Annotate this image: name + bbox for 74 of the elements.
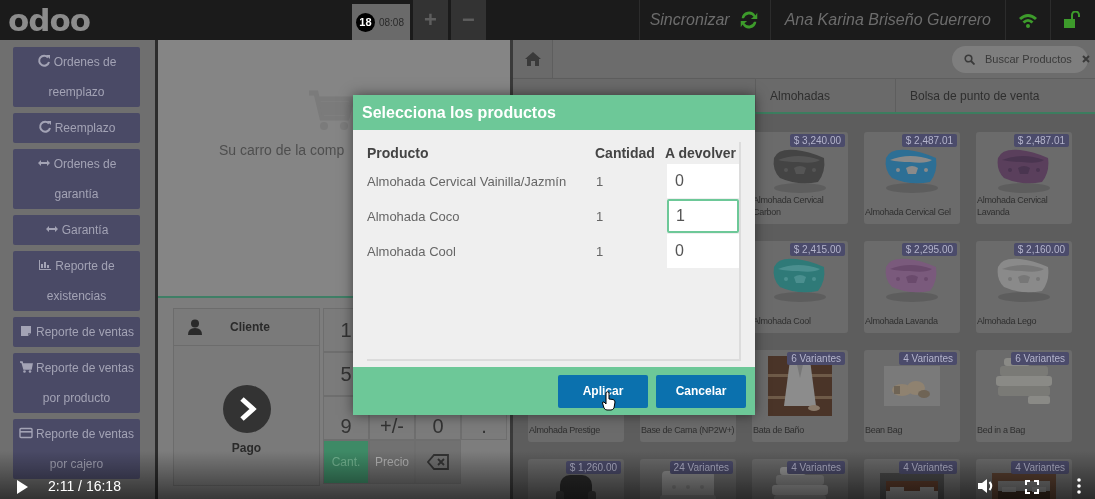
cancel-button[interactable]: Cancelar — [656, 374, 746, 408]
add-order-button[interactable]: + — [413, 0, 448, 40]
remove-order-button[interactable]: − — [451, 0, 486, 40]
price-tag: $ 1,260.00 — [565, 461, 621, 474]
bar-chart-icon — [38, 258, 53, 272]
price-tag: 4 Variantes — [787, 461, 845, 474]
price-tag: 4 Variantes — [899, 461, 957, 474]
category-tab[interactable]: Bolsa de punto de venta — [895, 79, 1095, 112]
quantity-value: 1 — [595, 174, 605, 189]
cart-icon — [307, 90, 355, 132]
price-tag: $ 2,415.00 — [789, 243, 845, 256]
price-tag: $ 3,240.00 — [789, 134, 845, 147]
sidebar-button[interactable]: Reporte de ventas — [13, 317, 140, 347]
sidebar-button[interactable]: Reporte de ventas por producto — [13, 353, 140, 413]
price-tag: 6 Variantes — [787, 352, 845, 365]
cart-icon — [18, 360, 33, 374]
return-quantity-field[interactable]: 1 — [667, 199, 739, 233]
clear-search-icon[interactable] — [1081, 55, 1090, 63]
play-icon[interactable] — [16, 480, 28, 494]
sidebar-button[interactable]: Reemplazo — [13, 113, 140, 143]
search-icon — [964, 53, 975, 65]
return-quantity-field[interactable]: 0 — [667, 164, 739, 198]
sidebar-button[interactable]: Ordenes de garantía — [13, 149, 140, 209]
more-options-icon[interactable] — [1077, 478, 1081, 494]
backspace-icon — [427, 454, 449, 470]
numpad-mode-button[interactable]: Precio — [369, 440, 415, 484]
home-icon — [523, 51, 542, 67]
quantity-value: 1 — [595, 209, 605, 224]
chevron-right-icon — [222, 385, 271, 433]
sidebar-button[interactable]: Ordenes de reemplazo — [13, 47, 140, 107]
price-tag: $ 2,295.00 — [901, 243, 957, 256]
video-time: 2:11 / 16:18 — [48, 478, 121, 494]
product-name: Almohada Cool — [367, 244, 457, 259]
column-header: Producto — [367, 145, 430, 161]
backspace-button[interactable] — [415, 440, 461, 484]
price-tag: $ 2,487.01 — [1013, 134, 1069, 147]
order-tab[interactable]: 18 08:08 — [352, 4, 410, 40]
product-card[interactable]: 4 Variantes — [752, 459, 848, 499]
logo: odoo — [7, 1, 92, 40]
customer-button[interactable]: Cliente — [173, 308, 320, 346]
sidebar-button[interactable]: Garantía — [13, 215, 140, 245]
refresh-icon — [36, 54, 51, 68]
quantity-value: 1 — [595, 244, 605, 259]
column-header: A devolver — [665, 145, 738, 161]
product-card[interactable]: 24 Variantes — [640, 459, 736, 499]
volume-icon[interactable] — [977, 478, 995, 494]
price-tag: $ 2,160.00 — [1013, 243, 1069, 256]
product-name: Almohada Cervical Vainilla/Jazmín — [367, 174, 568, 189]
product-card[interactable]: 4 Variantes — [976, 459, 1072, 499]
apply-button[interactable]: Aplicar — [558, 374, 648, 408]
price-tag: $ 2,487.01 — [901, 134, 957, 147]
user-name[interactable]: Ana Karina Briseño Guerrero — [784, 11, 991, 29]
sidebar-button[interactable]: Reporte de existencias — [13, 251, 140, 311]
price-tag: 6 Variantes — [1011, 352, 1069, 365]
column-header: Cantidad — [595, 145, 656, 161]
price-tag: 4 Variantes — [899, 352, 957, 365]
fullscreen-icon[interactable] — [1025, 480, 1039, 494]
refresh-icon — [37, 120, 52, 134]
sidebar-button[interactable]: Reporte de ventas por cajero — [13, 419, 140, 479]
price-tag: 4 Variantes — [1011, 461, 1069, 474]
price-tag: 24 Variantes — [669, 461, 733, 474]
sync-label[interactable]: Sincronizar — [649, 11, 730, 29]
note-icon — [18, 324, 33, 338]
payment-button[interactable]: Pago — [173, 346, 320, 486]
search-field[interactable]: Buscar Productos — [952, 45, 1088, 73]
return-quantity-field[interactable]: 0 — [667, 234, 739, 268]
unlocked-padlock-icon[interactable] — [1063, 11, 1081, 29]
product-card[interactable]: 4 Variantes — [864, 459, 960, 499]
product-name: Almohada Coco — [367, 209, 461, 224]
wifi-icon — [1018, 12, 1038, 28]
product-card[interactable]: $ 1,260.00 — [528, 459, 624, 499]
credit-card-icon — [18, 426, 33, 440]
dialog-title: Selecciona los productos — [353, 95, 755, 130]
user-icon — [188, 319, 202, 335]
